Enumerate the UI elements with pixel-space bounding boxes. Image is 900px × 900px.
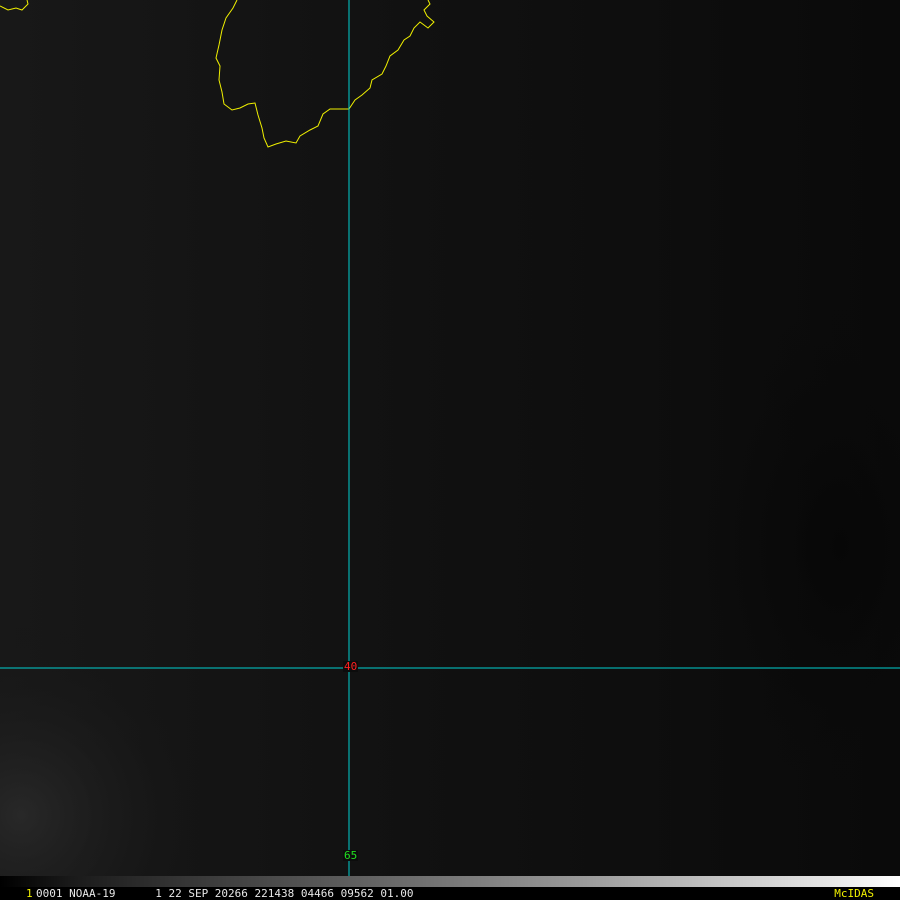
mcidas-brand: McIDAS [834,887,874,900]
image-header-text: 0001 NOAA-19 1 22 SEP 20266 221438 04466… [36,887,414,900]
satellite-image-viewport: 40 65 1 0001 NOAA-19 1 22 SEP 20266 2214… [0,0,900,900]
latitude-label: 40 [343,660,359,673]
status-text-row: 1 0001 NOAA-19 1 22 SEP 20266 221438 044… [0,887,900,900]
status-bar: 1 0001 NOAA-19 1 22 SEP 20266 221438 044… [0,876,900,900]
cloud-dark-right [500,150,900,870]
longitude-label: 65 [343,849,359,862]
satellite-imagery [0,0,900,900]
frame-number: 1 [26,887,33,900]
